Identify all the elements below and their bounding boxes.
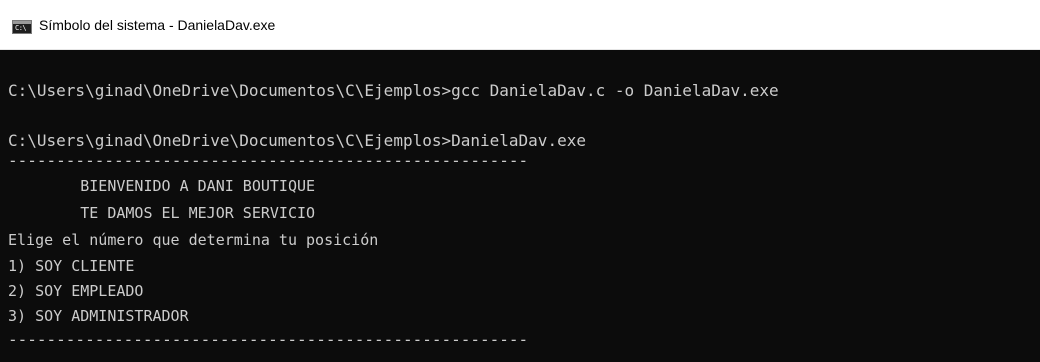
cmd-icon-glyph: C:\ (15, 24, 27, 32)
console-line-compile-command: C:\Users\ginad\OneDrive\Documentos\C\Eje… (8, 81, 779, 100)
console-line-welcome: BIENVENIDO A DANI BOUTIQUE (8, 177, 316, 195)
console-line-service: TE DAMOS EL MEJOR SERVICIO (8, 204, 316, 222)
cmd-icon: C:\ (12, 20, 32, 34)
window-title: Símbolo del sistema - DanielaDav.exe (39, 17, 276, 33)
title-bar[interactable]: C:\ Símbolo del sistema - DanielaDav.exe (0, 0, 1040, 50)
console-option-1: 1) SOY CLIENTE (8, 257, 135, 275)
console-line-prompt: Elige el número que determina tu posició… (8, 231, 379, 249)
console-option-3: 3) SOY ADMINISTRADOR (8, 307, 189, 325)
command-prompt-window[interactable]: C:\ Símbolo del sistema - DanielaDav.exe… (0, 0, 1040, 362)
console-output[interactable]: C:\Users\ginad\OneDrive\Documentos\C\Eje… (0, 50, 1040, 362)
console-option-2: 2) SOY EMPLEADO (8, 282, 144, 300)
console-line-run-command: C:\Users\ginad\OneDrive\Documentos\C\Eje… (8, 131, 586, 150)
console-separator-bottom: ----------------------------------------… (8, 330, 529, 349)
console-separator-top: ----------------------------------------… (8, 151, 529, 170)
